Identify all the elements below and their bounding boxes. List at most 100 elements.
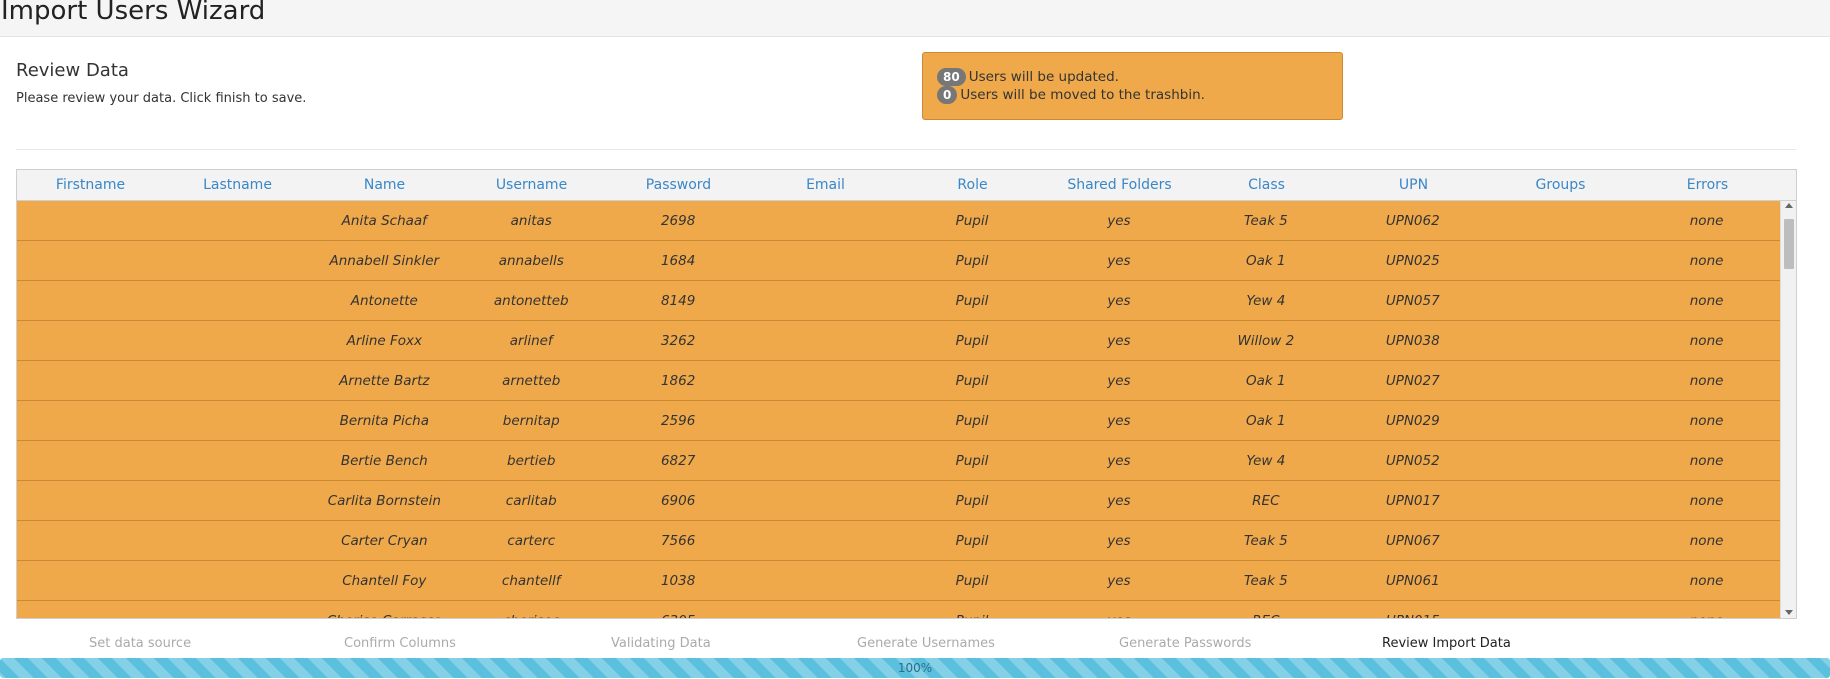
table-cell: none [1689, 333, 1724, 349]
table-cell: none [1689, 373, 1724, 389]
table-cell [164, 401, 311, 440]
scroll-up-arrow-icon[interactable] [1785, 203, 1793, 208]
table-cell [164, 281, 311, 320]
table-cell: 6827 [660, 453, 696, 469]
review-heading: Review Data [16, 60, 129, 81]
table-cell: Pupil [955, 333, 989, 349]
column-header[interactable]: Errors [1634, 170, 1781, 200]
table-cell: Teak 5 [1243, 213, 1288, 229]
table-cell [752, 281, 899, 320]
column-header[interactable]: Username [458, 170, 605, 200]
table-cell [1486, 401, 1633, 440]
table-cell: 3262 [660, 333, 696, 349]
table-cell [17, 481, 164, 520]
table-cell: yes [1107, 573, 1131, 589]
table-row[interactable]: Antonette antonetteb 8149 Pupil yes Yew 4 UPN0… [17, 281, 1780, 321]
table-cell: arnetteb [502, 373, 561, 389]
table-cell: cherisec [458, 601, 605, 618]
column-header[interactable]: Firstname [17, 170, 164, 200]
table-row[interactable]: Anita Schaaf anitas 2698 Pupil yes Teak 5 UPN0… [17, 201, 1780, 241]
table-cell: UPN057 [1385, 293, 1440, 309]
table-cell: Pupil [899, 601, 1046, 618]
wizard-step: Set data source [89, 636, 192, 651]
column-header[interactable]: Lastname [164, 170, 311, 200]
table-cell [164, 361, 311, 400]
column-header[interactable]: Shared Folders [1046, 170, 1193, 200]
table-cell: 2596 [660, 413, 696, 429]
table-row[interactable]: Arnette Bartz arnetteb 1862 Pupil yes Oak 1 UP… [17, 361, 1780, 401]
trash-count-badge: 0 [937, 86, 958, 104]
scroll-thumb[interactable] [1784, 219, 1794, 269]
table-cell: UPN062 [1385, 213, 1440, 229]
column-header[interactable]: Email [752, 170, 899, 200]
wizard-steps: Set data source Confirm Columns Validating… [0, 636, 1830, 654]
review-instructions: Please review your data. Click finish to… [16, 91, 307, 106]
table-cell: carlitab [505, 493, 557, 509]
review-table: Firstname Lastname Name Username Password Ema… [16, 169, 1797, 619]
summary-trash-line: 0 Users will be moved to the trashbin. [937, 86, 1328, 104]
table-header: Firstname Lastname Name Username Password Ema… [17, 170, 1796, 201]
column-header[interactable]: Groups [1487, 170, 1634, 200]
table-cell: Pupil [955, 253, 989, 269]
column-header[interactable]: UPN [1340, 170, 1487, 200]
table-cell [752, 441, 899, 480]
table-cell: 6305 [605, 601, 752, 618]
table-cell: none [1689, 293, 1724, 309]
wizard-step: Generate Passwords [1119, 636, 1252, 651]
table-cell: chantellf [501, 573, 561, 589]
column-header[interactable]: Class [1193, 170, 1340, 200]
table-cell [752, 201, 899, 240]
table-cell: none [1689, 253, 1724, 269]
table-cell: Arline Foxx [346, 333, 423, 349]
table-cell: Anita Schaaf [341, 213, 427, 229]
table-cell [752, 481, 899, 520]
table-row[interactable]: Carter Cryan carterc 7566 Pupil yes Teak 5 UPN… [17, 521, 1780, 561]
table-cell: Carlita Bornstein [327, 493, 441, 509]
table-cell: REC [1192, 601, 1339, 618]
table-cell: Pupil [955, 213, 989, 229]
table-row[interactable]: Bernita Picha bernitap 2596 Pupil yes Oak 1 UP… [17, 401, 1780, 441]
table-cell [1486, 241, 1633, 280]
table-cell: none [1689, 573, 1724, 589]
table-cell: none [1689, 493, 1724, 509]
table-row[interactable]: Chantell Foy chantellf 1038 Pupil yes Teak 5 U… [17, 561, 1780, 601]
table-cell [17, 361, 164, 400]
table-cell [17, 521, 164, 560]
table-cell [752, 601, 899, 618]
table-body[interactable]: Anita Schaaf anitas 2698 Pupil yes Teak 5 UPN0… [17, 201, 1780, 618]
column-header[interactable]: Role [899, 170, 1046, 200]
table-cell [164, 561, 311, 600]
table-cell: Pupil [955, 373, 989, 389]
table-cell: Pupil [955, 573, 989, 589]
table-cell [164, 201, 311, 240]
table-cell [17, 561, 164, 600]
table-cell: Pupil [955, 533, 989, 549]
table-row[interactable]: Carlita Bornstein carlitab 6906 Pupil yes REC… [17, 481, 1780, 521]
column-header[interactable]: Name [311, 170, 458, 200]
table-cell [164, 521, 311, 560]
table-cell: 1038 [660, 573, 696, 589]
table-cell: yes [1107, 533, 1131, 549]
column-header[interactable]: Password [605, 170, 752, 200]
table-cell: Oak 1 [1246, 373, 1286, 389]
table-cell: none [1689, 413, 1724, 429]
table-cell: Yew 4 [1246, 453, 1286, 469]
table-cell: Oak 1 [1246, 413, 1286, 429]
table-cell [17, 241, 164, 280]
table-cell: yes [1045, 601, 1192, 618]
scroll-down-arrow-icon[interactable] [1785, 610, 1793, 615]
table-scrollbar[interactable] [1780, 201, 1796, 618]
table-cell [752, 401, 899, 440]
table-cell: 8149 [660, 293, 696, 309]
table-cell: 1862 [660, 373, 696, 389]
table-row[interactable]: Bertie Bench bertieb 6827 Pupil yes Yew 4 UPN0… [17, 441, 1780, 481]
table-cell: 1684 [660, 253, 696, 269]
table-row[interactable]: Cherise Carrascocherisec6305 PupilyesRECU… [17, 601, 1780, 618]
table-cell [17, 321, 164, 360]
table-row[interactable]: Arline Foxx arlinef 3262 Pupil yes Willow 2 UP… [17, 321, 1780, 361]
table-cell: UPN025 [1385, 253, 1440, 269]
table-cell [752, 521, 899, 560]
table-cell: yes [1107, 453, 1131, 469]
trash-text: Users will be moved to the trashbin. [960, 87, 1205, 103]
table-row[interactable]: Annabell Sinkler annabells 1684 Pupil yes Oak… [17, 241, 1780, 281]
